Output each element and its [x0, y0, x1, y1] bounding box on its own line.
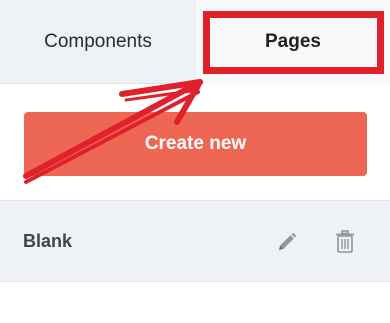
tab-pages[interactable]: Pages [196, 0, 390, 84]
pencil-icon[interactable] [274, 229, 300, 255]
page-name: Blank [23, 230, 73, 251]
tab-pages-label: Pages [265, 31, 321, 52]
tab-bar: Components Pages [0, 0, 390, 84]
create-new-label: Create new [144, 133, 247, 154]
page-list-item[interactable]: Blank [0, 200, 390, 282]
pages-content: Create new Blank [0, 84, 390, 323]
pages-panel: Components Pages Create new Blank [0, 0, 390, 323]
create-new-button[interactable]: Create new [24, 112, 367, 176]
tab-components[interactable]: Components [0, 0, 196, 84]
tab-components-label: Components [44, 31, 152, 52]
trash-icon[interactable] [332, 229, 358, 255]
